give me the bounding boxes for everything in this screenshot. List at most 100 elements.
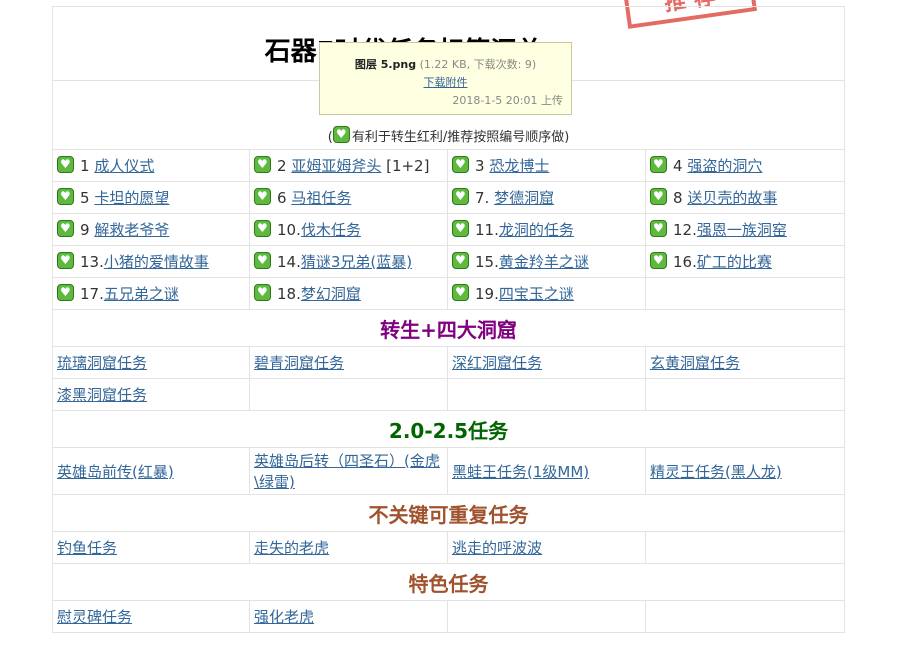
quest-link[interactable]: 龙洞的任务 xyxy=(499,221,574,239)
heart-badge-icon xyxy=(452,284,469,301)
quest-cell xyxy=(644,277,846,310)
section-cell: 漆黑洞窟任务 xyxy=(52,378,250,411)
quest-number: 5 xyxy=(80,189,95,207)
section-cell: 钓鱼任务 xyxy=(52,531,250,564)
section-cell: 深红洞窟任务 xyxy=(447,346,646,379)
heart-badge-icon xyxy=(332,126,350,143)
quest-number: 15. xyxy=(475,253,499,271)
section-quest-link[interactable]: 逃走的呼波波 xyxy=(452,539,542,557)
heart-badge-icon xyxy=(57,220,74,237)
quest-link[interactable]: 强盗的洞穴 xyxy=(687,157,762,175)
quest-link[interactable]: 猜谜3兄弟(蓝暴) xyxy=(301,253,412,271)
quest-link[interactable]: 矿工的比赛 xyxy=(697,253,772,271)
section-title: 转生+四大洞窟 xyxy=(51,309,846,347)
quest-number: 6 xyxy=(277,189,292,207)
quest-link[interactable]: 卡坦的愿望 xyxy=(94,189,169,207)
quest-link[interactable]: 马祖任务 xyxy=(291,189,351,207)
section-quest-link[interactable]: 漆黑洞窟任务 xyxy=(57,386,147,404)
quest-link[interactable]: 四宝玉之谜 xyxy=(499,285,574,303)
quest-number: 16. xyxy=(673,253,697,271)
section-cell xyxy=(447,600,646,633)
heart-badge-icon xyxy=(452,252,469,269)
section-quest-link[interactable]: 琉璃洞窟任务 xyxy=(57,354,147,372)
attachment-meta: (1.22 KB, 下载次数: 9) xyxy=(419,58,537,71)
attachment-tooltip: 图层 5.png (1.22 KB, 下载次数: 9) 下载附件 2018-1-… xyxy=(319,42,572,115)
quest-cell: 1 成人仪式 xyxy=(52,149,250,182)
quest-row: 13.小猪的爱情故事14.猜谜3兄弟(蓝暴)15.黄金羚羊之谜16.矿工的比赛 xyxy=(52,245,846,278)
section-row: 钓鱼任务 走失的老虎 逃走的呼波波 xyxy=(52,531,846,564)
quest-link[interactable]: 亚姆亚姆斧头 xyxy=(291,157,381,175)
quest-link[interactable]: 强恩一族洞窑 xyxy=(697,221,787,239)
quest-link[interactable]: 五兄弟之谜 xyxy=(104,285,179,303)
quest-link[interactable]: 小猪的爱情故事 xyxy=(104,253,209,271)
quest-row: 17.五兄弟之谜 18.梦幻洞窟 19.四宝玉之谜 xyxy=(52,277,846,310)
section-title: 特色任务 xyxy=(51,563,846,601)
heart-badge-icon xyxy=(650,188,667,205)
quest-cell: 15.黄金羚羊之谜 xyxy=(447,245,646,278)
quest-number: 17. xyxy=(80,285,104,303)
heart-badge-icon xyxy=(452,188,469,205)
heart-badge-icon xyxy=(254,188,271,205)
quest-number: 19. xyxy=(475,285,499,303)
quest-link[interactable]: 梦德洞窟 xyxy=(494,189,554,207)
section-quest-link[interactable]: 慰灵碑任务 xyxy=(57,608,132,626)
quest-number: 10. xyxy=(277,221,301,239)
section-cell: 慰灵碑任务 xyxy=(52,600,250,633)
section-cell: 琉璃洞窟任务 xyxy=(52,346,250,379)
section-header-row: 不关键可重复任务 xyxy=(51,494,846,532)
note-text: 有利于转生红利/推荐按照编号顺序做) xyxy=(351,130,570,145)
section-quest-link[interactable]: 英雄岛后转（四圣石）(金虎\绿雷) xyxy=(254,452,440,491)
section-cell: 走失的老虎 xyxy=(249,531,448,564)
download-attachment-link[interactable]: 下载附件 xyxy=(424,76,468,89)
section-cell xyxy=(644,600,846,633)
quest-row: 9 解救老爷爷10.伐木任务11.龙洞的任务12.强恩一族洞窑 xyxy=(52,213,846,246)
section-quest-link[interactable]: 玄黄洞窟任务 xyxy=(650,354,740,372)
quest-link[interactable]: 梦幻洞窟 xyxy=(301,285,361,303)
section-quest-link[interactable]: 走失的老虎 xyxy=(254,539,329,557)
quest-cell: 4 强盗的洞穴 xyxy=(644,149,846,182)
attachment-filename: 图层 5.png xyxy=(354,58,417,71)
quest-number: 18. xyxy=(277,285,301,303)
section-quest-link[interactable]: 强化老虎 xyxy=(254,608,314,626)
quest-cell: 3 恐龙博士 xyxy=(447,149,646,182)
section-cell xyxy=(447,378,646,411)
heart-badge-icon xyxy=(650,156,667,173)
section-quest-link[interactable]: 钓鱼任务 xyxy=(57,539,117,557)
section-quest-link[interactable]: 深红洞窟任务 xyxy=(452,354,542,372)
quest-link[interactable]: 送贝壳的故事 xyxy=(687,189,777,207)
section-row: 琉璃洞窟任务 碧青洞窟任务 深红洞窟任务 玄黄洞窟任务 xyxy=(52,346,846,379)
section-quest-link[interactable]: 碧青洞窟任务 xyxy=(254,354,344,372)
section-cell: 英雄岛后转（四圣石）(金虎\绿雷) xyxy=(249,447,448,495)
section-header-row: 2.0-2.5任务 xyxy=(51,410,846,448)
quest-cell: 12.强恩一族洞窑 xyxy=(644,213,846,246)
quest-link[interactable]: 伐木任务 xyxy=(301,221,361,239)
quest-link[interactable]: 黄金羚羊之谜 xyxy=(499,253,589,271)
heart-badge-icon xyxy=(57,252,74,269)
section-row: 漆黑洞窟任务 xyxy=(52,378,846,411)
section-header-row: 特色任务 xyxy=(51,563,846,601)
quest-cell: 10.伐木任务 xyxy=(249,213,448,246)
section-quest-link[interactable]: 英雄岛前传(红暴) xyxy=(57,463,174,481)
section-title: 不关键可重复任务 xyxy=(51,494,846,532)
section-header-row: 转生+四大洞窟 xyxy=(51,309,846,347)
quest-cell: 9 解救老爷爷 xyxy=(52,213,250,246)
section-quest-link[interactable]: 黑蛙王任务(1级MM) xyxy=(452,463,589,481)
heart-badge-icon xyxy=(254,220,271,237)
section-cell xyxy=(644,531,846,564)
heart-badge-icon xyxy=(650,220,667,237)
section-row: 慰灵碑任务 强化老虎 xyxy=(52,600,846,633)
quest-link[interactable]: 成人仪式 xyxy=(94,157,154,175)
quest-link[interactable]: 解救老爷爷 xyxy=(94,221,169,239)
quest-cell: 2 亚姆亚姆斧头 [1+2] xyxy=(249,149,448,182)
section-cell: 强化老虎 xyxy=(249,600,448,633)
quest-link[interactable]: 恐龙博士 xyxy=(489,157,549,175)
quest-cell: 19.四宝玉之谜 xyxy=(447,277,646,310)
quest-cell: 13.小猪的爱情故事 xyxy=(52,245,250,278)
heart-badge-icon xyxy=(57,156,74,173)
section-cell: 碧青洞窟任务 xyxy=(249,346,448,379)
section-cell: 玄黄洞窟任务 xyxy=(644,346,846,379)
quest-number: 1 xyxy=(80,157,95,175)
quest-row: 5 卡坦的愿望6 马祖任务7. 梦德洞窟8 送贝壳的故事 xyxy=(52,181,846,214)
quest-cell: 6 马祖任务 xyxy=(249,181,448,214)
section-quest-link[interactable]: 精灵王任务(黑人龙) xyxy=(650,463,782,481)
